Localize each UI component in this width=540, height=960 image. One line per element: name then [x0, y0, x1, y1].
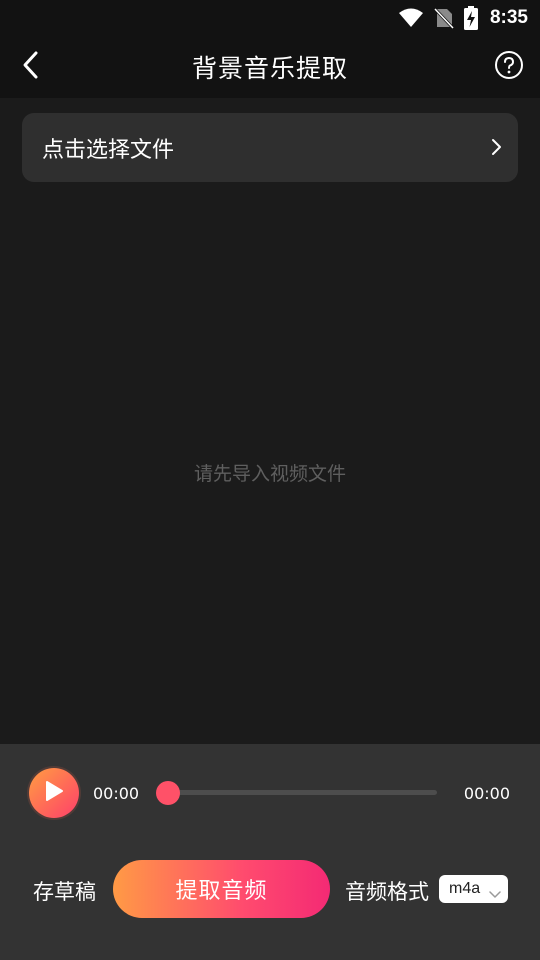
progress-thumb[interactable]: [156, 781, 180, 805]
app-screen: 8:35 背景音乐提取 点击选择文件 请先导入视频文件 00:00 00:00 …: [0, 0, 540, 960]
status-time: 8:35: [489, 7, 528, 28]
back-arrow-icon: [22, 50, 40, 84]
audio-format-label: 音频格式: [345, 880, 429, 904]
save-draft-button[interactable]: 存草稿: [33, 876, 96, 906]
app-header: 背景音乐提取: [0, 36, 540, 98]
help-button[interactable]: [494, 50, 524, 84]
no-sim-icon: [433, 7, 454, 29]
help-circle-icon: [494, 50, 524, 84]
chevron-right-icon: [490, 137, 502, 161]
extract-audio-button[interactable]: 提取音频: [113, 860, 330, 918]
wifi-icon: [398, 8, 424, 28]
battery-charging-icon: [463, 6, 478, 30]
chevron-down-icon: [489, 884, 501, 903]
page-title: 背景音乐提取: [191, 54, 348, 83]
audio-format-select[interactable]: m4a: [439, 875, 508, 903]
audio-format-value: m4a: [449, 880, 481, 897]
current-time: 00:00: [93, 784, 140, 803]
status-bar: 8:35: [0, 0, 540, 36]
empty-hint: 请先导入视频文件: [193, 462, 346, 485]
bottom-panel: 00:00 00:00 存草稿 提取音频 音频格式 m4a: [0, 744, 540, 960]
file-select-label: 点击选择文件: [42, 137, 175, 163]
back-button[interactable]: [14, 50, 48, 84]
file-select-button[interactable]: 点击选择文件: [22, 113, 518, 182]
progress-slider[interactable]: [156, 781, 437, 805]
total-time: 00:00: [463, 784, 510, 803]
play-icon: [44, 780, 64, 806]
play-button[interactable]: [29, 768, 79, 818]
video-preview-area: 请先导入视频文件: [0, 198, 540, 744]
